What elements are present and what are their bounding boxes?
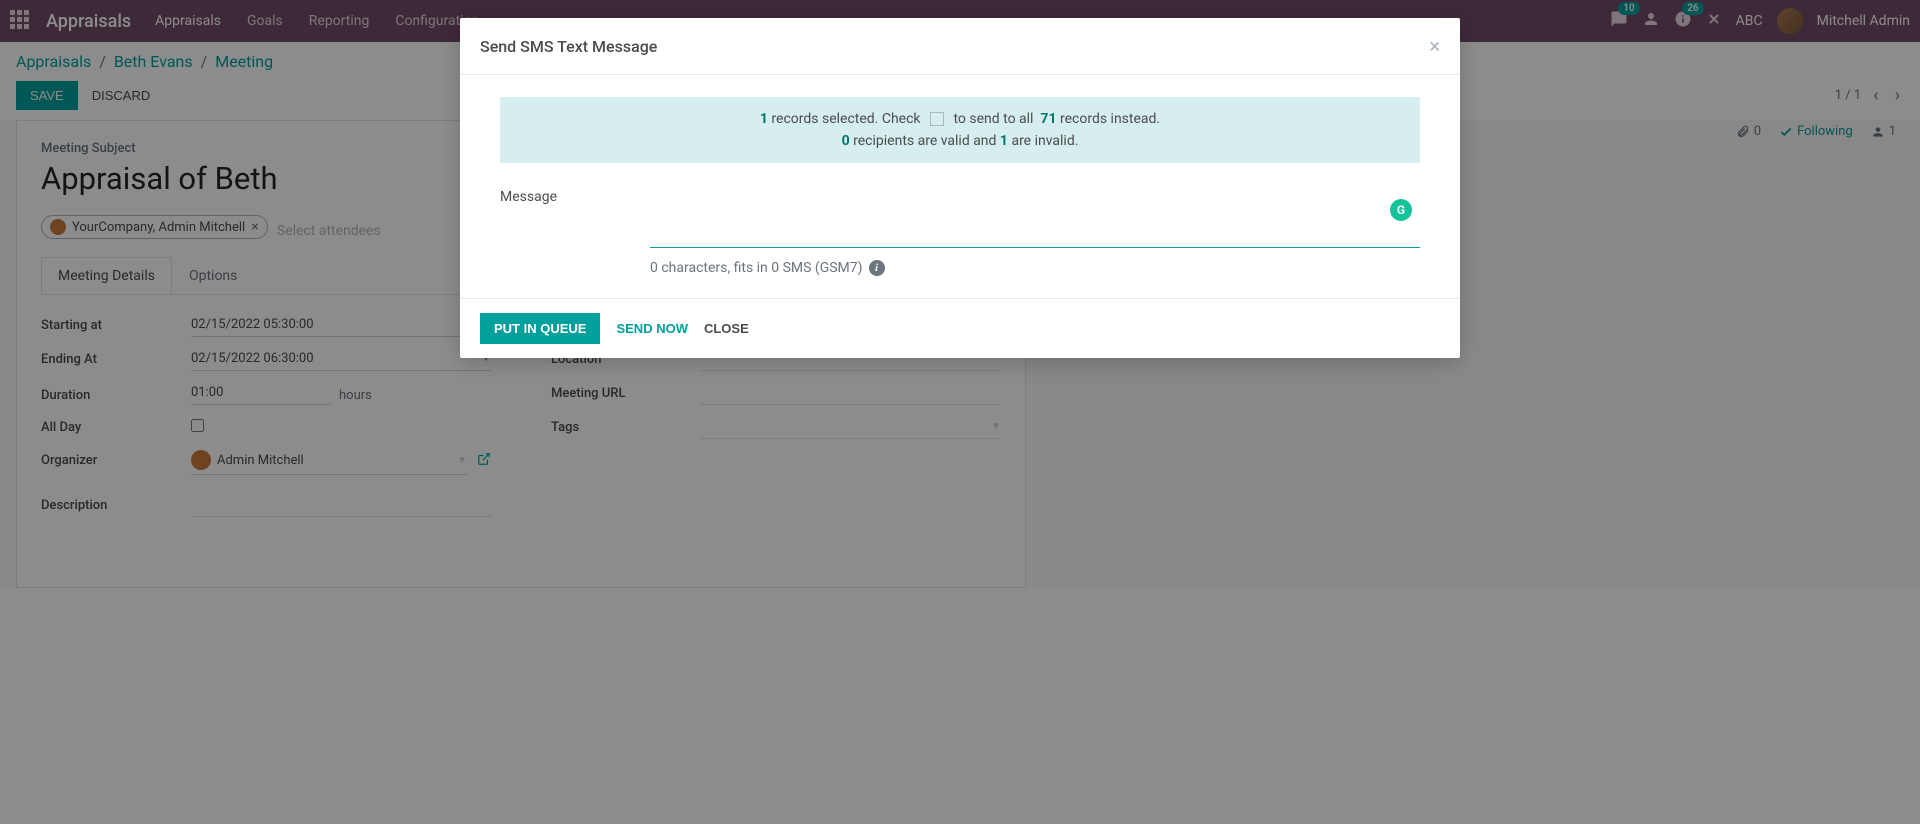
char-counter: 0 characters, fits in 0 SMS (GSM7) i — [650, 260, 1420, 276]
message-label: Message — [500, 185, 650, 205]
info-icon[interactable]: i — [869, 260, 885, 276]
close-button[interactable]: CLOSE — [704, 321, 749, 336]
info-box: 1 records selected. Check to send to all… — [500, 97, 1420, 163]
grammarly-icon[interactable]: G — [1390, 199, 1412, 221]
message-input[interactable] — [650, 185, 1420, 248]
send-all-checkbox[interactable] — [930, 112, 944, 126]
sms-modal: Send SMS Text Message × 1 records select… — [460, 18, 1460, 358]
modal-title: Send SMS Text Message — [480, 37, 657, 56]
modal-backdrop: Send SMS Text Message × 1 records select… — [0, 0, 1920, 824]
close-icon[interactable]: × — [1429, 34, 1440, 58]
put-in-queue-button[interactable]: PUT IN QUEUE — [480, 313, 600, 344]
send-now-button[interactable]: SEND NOW — [616, 321, 688, 336]
